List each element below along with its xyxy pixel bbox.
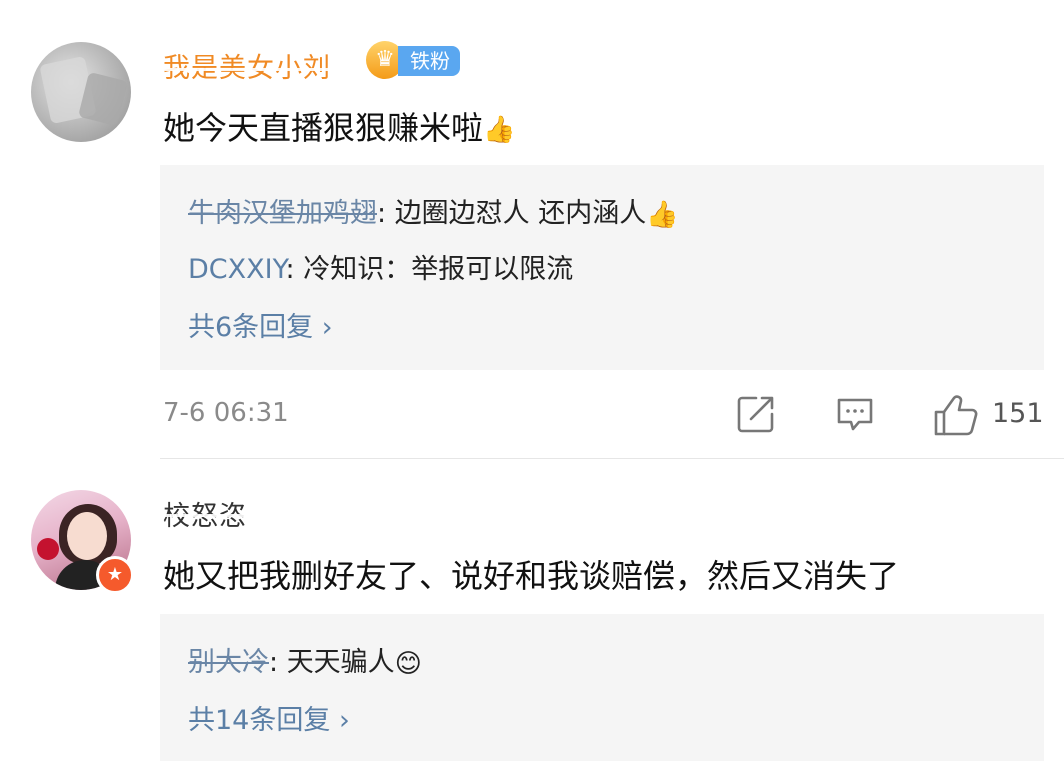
comment-text: 她今天直播狠狠赚米啦👍 — [163, 103, 515, 149]
reply-item[interactable]: DCXXIY: 冷知识：举报可以限流 — [188, 247, 573, 286]
fan-badge[interactable]: 铁粉 — [398, 46, 460, 76]
forward-button[interactable] — [734, 392, 778, 438]
forward-icon — [737, 396, 774, 433]
reply-item[interactable]: 别大冷: 天天骗人😊 — [188, 640, 422, 679]
like-button[interactable] — [932, 392, 980, 438]
commenter-username[interactable]: 我是美女小刘 — [163, 46, 331, 85]
verified-badge-icon: ★ — [96, 556, 134, 594]
reply-username[interactable]: 别大冷 — [188, 647, 269, 678]
avatar-graphic — [37, 538, 59, 560]
comment-button[interactable] — [833, 392, 877, 438]
more-replies-link[interactable]: 共14条回复 › — [188, 698, 350, 737]
comment-icon — [837, 398, 873, 431]
smile-emoji-icon: 😊 — [394, 648, 422, 679]
username-scribble — [160, 514, 290, 517]
like-count: 151 — [992, 398, 1044, 429]
more-replies-link[interactable]: 共6条回复 › — [188, 305, 333, 344]
reply-text: 冷知识：举报可以限流 — [303, 254, 574, 285]
username-scribble — [163, 68, 353, 71]
reply-preview-box[interactable]: 牛肉汉堡加鸡翅: 边圈边怼人 还内涵人👍 DCXXIY: 冷知识：举报可以限流 … — [160, 165, 1044, 370]
comment-text: 她又把我删好友了、说好和我谈赔偿，然后又消失了 — [163, 557, 900, 595]
reply-text: 天天骗人 — [286, 647, 395, 678]
like-icon — [934, 395, 978, 436]
reply-preview-box[interactable]: 别大冷: 天天骗人😊 共14条回复 › — [160, 614, 1044, 761]
thumbs-up-emoji-icon: 👍 — [483, 115, 516, 145]
commenter-avatar[interactable] — [31, 42, 131, 142]
reply-text: 边圈边怼人 还内涵人 — [394, 198, 647, 229]
reply-username[interactable]: DCXXIY — [188, 254, 286, 285]
avatar-graphic — [67, 512, 107, 560]
comment-body: 她今天直播狠狠赚米啦 — [163, 109, 484, 147]
thumbs-up-emoji-icon: 👍 — [646, 199, 679, 230]
comment-timestamp: 7-6 06:31 — [163, 398, 289, 428]
comment-divider — [160, 458, 1064, 459]
reply-username[interactable]: 牛肉汉堡加鸡翅 — [188, 198, 377, 229]
reply-item[interactable]: 牛肉汉堡加鸡翅: 边圈边怼人 还内涵人👍 — [188, 191, 679, 230]
